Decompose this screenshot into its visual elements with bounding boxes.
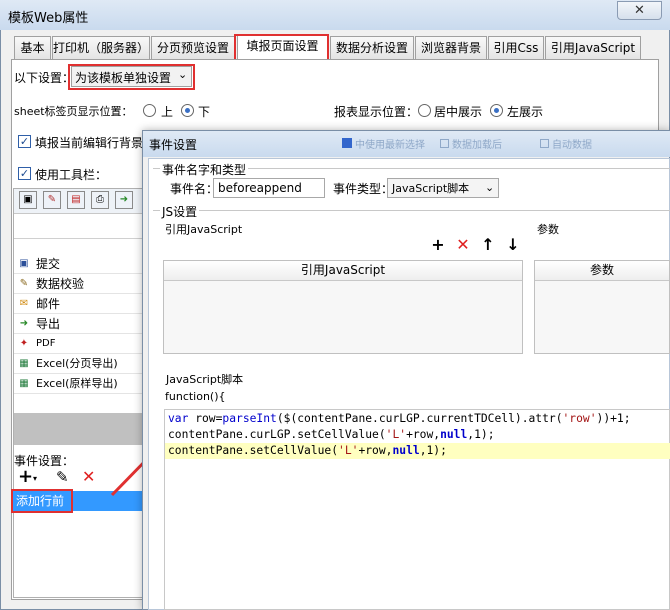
settings-label: 以下设置： (14, 71, 75, 85)
excel-icon: ▦ (19, 378, 29, 389)
submit-icon: ▣ (19, 258, 29, 269)
divider (14, 238, 144, 239)
select-highlight-box (68, 64, 195, 90)
ref-js-label: 引用JavaScript (165, 223, 243, 236)
window-title: 模板Web属性 (8, 11, 89, 26)
list-item[interactable]: ▦ Excel(原样导出) (14, 374, 144, 394)
js-settings-label: JS设置 (160, 203, 200, 220)
sheet-up-label: 上 (161, 105, 174, 119)
tab-page-preview[interactable]: 分页预览设置 (151, 36, 235, 59)
excel-icon: ▦ (19, 358, 29, 369)
pdf-icon: ✦ (19, 338, 29, 349)
save-icon[interactable]: ▣ (19, 191, 37, 209)
list-item[interactable]: ➜ 导出 (14, 314, 144, 334)
event-type-value: JavaScript脚本 (392, 182, 470, 195)
tab-highlight-box (234, 34, 329, 62)
group-name-type-label: 事件名字和类型 (160, 161, 249, 178)
params-label: 参数 (537, 223, 559, 236)
ref-js-header[interactable]: 引用JavaScript (164, 261, 522, 281)
report-center-radio[interactable] (418, 104, 431, 117)
delete-icon[interactable]: ✕ (455, 237, 471, 253)
export-icon[interactable]: ➜ (115, 191, 133, 209)
chevron-down-icon[interactable]: ▾ (33, 474, 37, 483)
tab-data-analysis[interactable]: 数据分析设置 (330, 36, 414, 59)
sheet-down-label: 下 (198, 105, 211, 119)
title-bar (0, 0, 670, 30)
report-position-label: 报表显示位置： (334, 105, 419, 119)
arrow-down-icon[interactable]: ↓ (505, 237, 521, 253)
fill-row-label: 填报当前编辑行背景 (35, 136, 144, 150)
group-border (153, 210, 670, 211)
add-icon[interactable]: + (430, 237, 446, 253)
list-item[interactable]: ✎ 数据校验 (14, 274, 144, 294)
sheet-position-label: sheet标签页显示位置： (14, 105, 133, 118)
list-item[interactable]: ✦ PDF (14, 334, 144, 354)
tab-basic[interactable]: 基本 (14, 36, 51, 59)
tab-javascript[interactable]: 引用JavaScript (545, 36, 641, 59)
params-header[interactable]: 参数 (535, 261, 669, 281)
sheet-up-radio[interactable] (143, 104, 156, 117)
tab-browser-bg[interactable]: 浏览器背景 (415, 36, 487, 59)
dialog-bg-hint: 自动数据 (540, 136, 592, 151)
params-table: 参数 (534, 260, 670, 354)
report-left-radio[interactable] (490, 104, 503, 117)
tab-css[interactable]: 引用Css (488, 36, 544, 59)
dialog-bg-hint: 中使用最新选择 (342, 136, 425, 151)
checkbox-icon (342, 138, 352, 148)
event-highlight-box (11, 489, 73, 513)
report-center-label: 居中展示 (434, 105, 483, 119)
mail-icon: ✉ (19, 298, 29, 309)
add-icon[interactable]: + (18, 466, 33, 487)
event-type-label: 事件类型： (333, 182, 394, 196)
list-item[interactable]: ▦ Excel(分页导出) (14, 354, 144, 374)
code-line-1: var row=parseInt($(contentPane.curLGP.cu… (168, 412, 631, 425)
dialog-title: 事件设置 (149, 138, 198, 152)
delete-icon[interactable]: ✕ (82, 467, 95, 486)
edit-icon[interactable]: ✎ (56, 468, 69, 486)
export-icon: ➜ (19, 318, 29, 329)
code-line-2: contentPane.curLGP.setCellValue('L'+row,… (168, 428, 495, 441)
script-label: JavaScript脚本 (166, 373, 244, 386)
pdf-icon[interactable]: ▤ (67, 191, 85, 209)
list-item[interactable]: ✉ 邮件 (14, 294, 144, 314)
print-icon[interactable]: ⎙ (91, 191, 109, 209)
chevron-down-icon: ⌄ (485, 181, 495, 194)
ref-js-table: 引用JavaScript (163, 260, 523, 354)
use-toolbar-label: 使用工具栏： (35, 168, 108, 182)
list-item[interactable]: ▣ 提交 (14, 254, 144, 274)
use-toolbar-checkbox[interactable]: ✓ (18, 167, 31, 180)
dialog-bg-hint: 数据加载后 (440, 136, 502, 151)
tab-printer[interactable]: 打印机（服务器） (52, 36, 150, 59)
close-button[interactable]: ✕ (617, 1, 662, 20)
checkbox-icon (540, 139, 549, 148)
sheet-down-radio[interactable] (181, 104, 194, 117)
function-signature: function(){ (165, 390, 226, 403)
checkbox-icon (440, 139, 449, 148)
event-name-label: 事件名： (170, 182, 219, 196)
event-type-select[interactable]: JavaScript脚本 ⌄ (387, 178, 499, 198)
report-left-label: 左展示 (507, 105, 544, 119)
event-name-input[interactable]: beforeappend (213, 178, 325, 198)
edit-icon[interactable]: ✎ (43, 191, 61, 209)
arrow-up-icon[interactable]: ↑ (480, 237, 496, 253)
validate-icon: ✎ (19, 278, 29, 289)
fill-row-checkbox[interactable]: ✓ (18, 135, 31, 148)
code-line-3: contentPane.setCellValue('L'+row,null,1)… (165, 443, 670, 459)
